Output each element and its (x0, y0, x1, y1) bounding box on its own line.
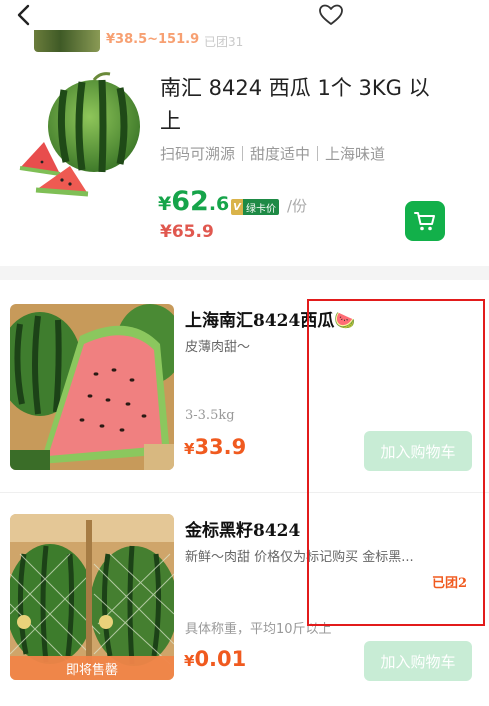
heart-outline-icon (319, 4, 343, 25)
product-price: ¥0.01 (184, 647, 246, 671)
featured-product-title[interactable]: 南汇 8424 西瓜 1个 3KG 以上 (160, 72, 450, 138)
product-spec: 3-3.5kg (185, 408, 235, 423)
product-image-jinbiao[interactable]: 即将售罄 (10, 514, 174, 680)
product-subtitle: 新鲜～肉甜 价格仅为标记购买 金标黑... (185, 550, 414, 565)
price-decimal: .6 (208, 193, 230, 215)
partial-product-thumbnail[interactable] (34, 30, 100, 52)
product-title[interactable]: 上海南汇8424西瓜🍉 (185, 306, 356, 331)
vip-letter: V (231, 199, 243, 215)
product-title-text: 上海南汇8424西瓜 (185, 311, 335, 331)
favorite-button[interactable] (316, 2, 346, 28)
add-to-cart-button[interactable]: 加入购物车 (364, 431, 472, 471)
group-count: 已团2 (432, 576, 468, 591)
vip-label: 绿卡价 (243, 199, 279, 215)
featured-product-unit: /份 (287, 197, 308, 215)
add-to-cart-button[interactable] (405, 201, 445, 241)
top-bar (0, 0, 489, 30)
product-image-nanhui[interactable] (10, 304, 174, 470)
price-value: 0.01 (194, 647, 247, 671)
featured-product-original-price: ¥65.9 (160, 222, 214, 242)
product-subtitle: 皮薄肉甜～ (185, 340, 251, 355)
price-integer: 62 (171, 186, 209, 217)
product-spec: 具体称重，平均10斤以上 (185, 622, 332, 637)
shopping-cart-icon (414, 212, 435, 231)
price-value: 33.9 (194, 435, 247, 459)
price-currency: ¥ (184, 440, 195, 458)
featured-product-tags: 扫码可溯源｜甜度适中｜上海味道 (160, 145, 386, 163)
chevron-left-icon (17, 4, 30, 26)
add-to-cart-button[interactable]: 加入购物车 (364, 641, 472, 681)
product-title[interactable]: 金标黑籽8424 (185, 516, 300, 541)
partial-product-group-count: 已团31 (204, 35, 244, 49)
price-currency: ¥ (158, 193, 172, 215)
featured-product-price: ¥62.6 (158, 186, 229, 217)
sold-out-soon-banner: 即将售罄 (10, 656, 174, 680)
watermelon-emoji: 🍉 (334, 311, 356, 331)
partial-product-price: ¥38.5~151.9 (106, 32, 200, 47)
vip-price-badge: V 绿卡价 (231, 199, 279, 215)
featured-product-image[interactable] (14, 70, 146, 202)
item-divider (0, 492, 489, 493)
back-button[interactable] (10, 2, 38, 28)
product-price: ¥33.9 (184, 435, 246, 459)
price-currency: ¥ (184, 652, 195, 670)
section-separator (0, 266, 489, 280)
product-list-page: ¥38.5~151.9 已团31 南汇 8424 西瓜 1个 3KG 以上 扫码… (0, 0, 489, 706)
